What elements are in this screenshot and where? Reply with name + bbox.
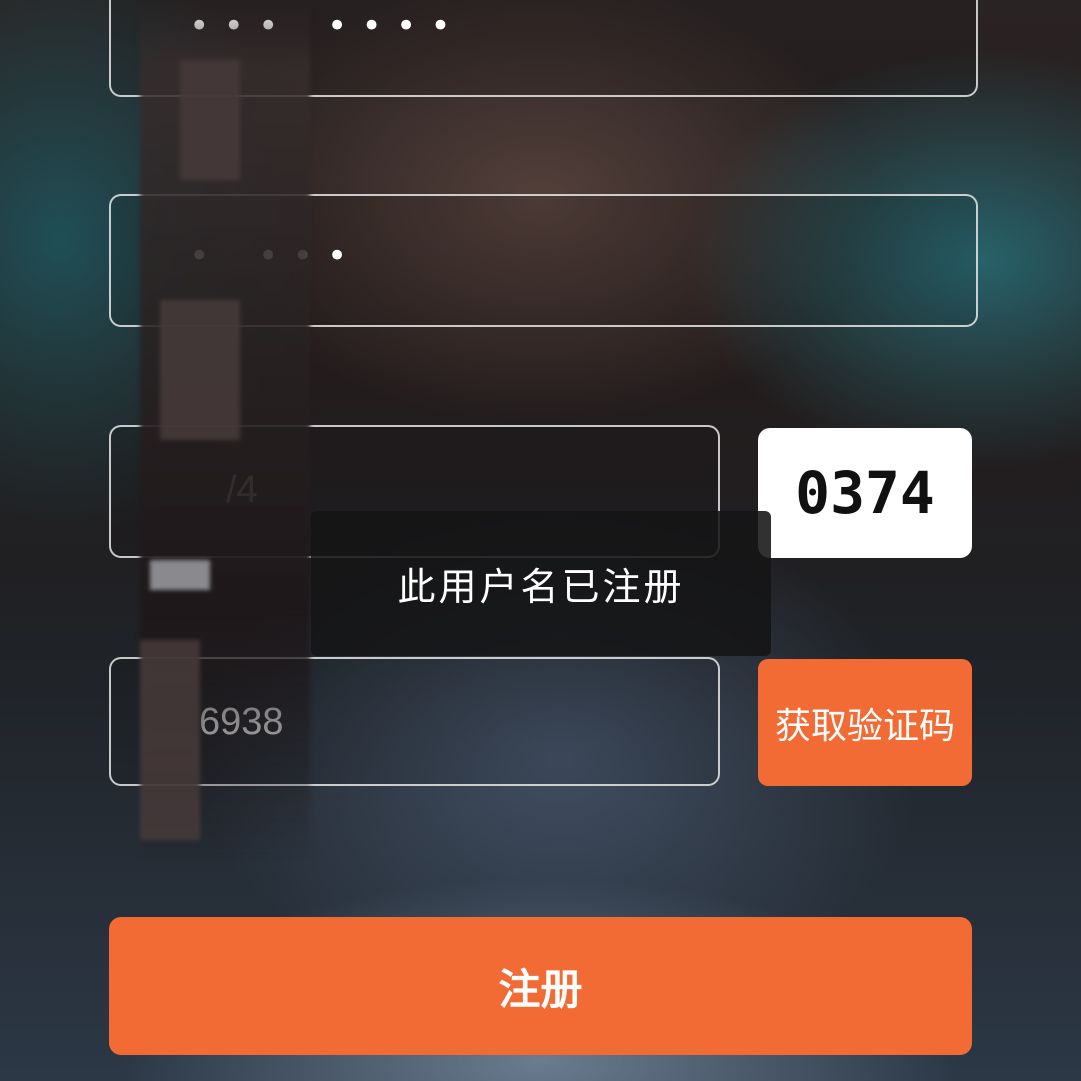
redaction-tile — [150, 560, 210, 590]
register-screen: ••• •••• • ••• /4 0374 6938 获取验证码 此用户名已注… — [0, 0, 1081, 1081]
redaction-blur — [140, 0, 310, 860]
redaction-tile — [180, 60, 240, 180]
get-code-button-label: 获取验证码 — [774, 705, 955, 747]
redaction-tile — [160, 300, 240, 440]
register-button-label: 注册 — [498, 964, 583, 1014]
captcha-code: 0374 — [795, 459, 935, 527]
toast-message: 此用户名已注册 — [311, 511, 771, 656]
captcha-image[interactable]: 0374 — [758, 428, 972, 558]
toast-message-text: 此用户名已注册 — [397, 565, 685, 609]
get-code-button[interactable]: 获取验证码 — [758, 659, 972, 786]
register-button[interactable]: 注册 — [109, 917, 972, 1055]
redaction-tile — [140, 640, 200, 840]
